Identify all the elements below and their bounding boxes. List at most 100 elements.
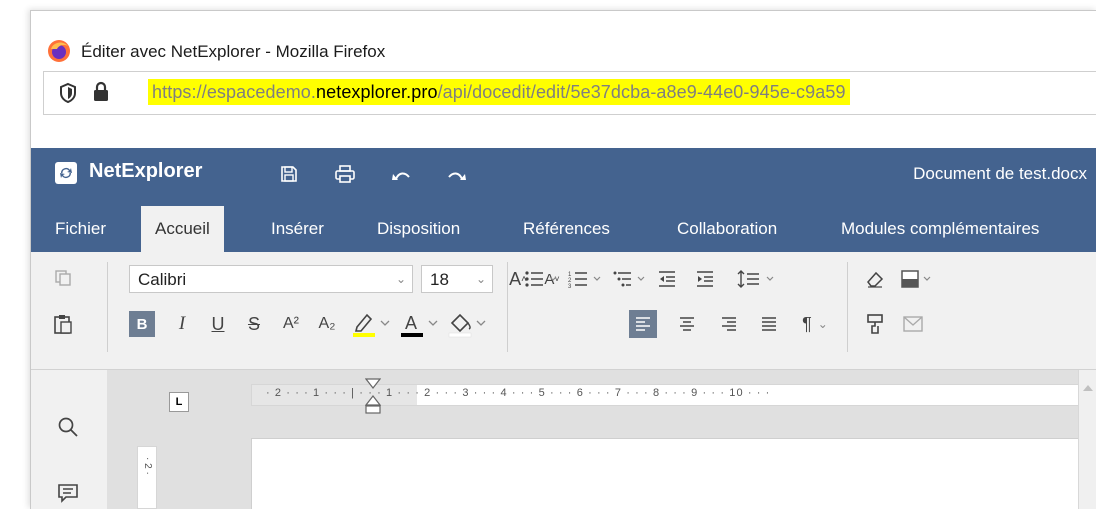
chevron-down-icon: ⌄ (475, 272, 486, 286)
print-button[interactable] (331, 160, 359, 188)
ribbon-tabs: Fichier Accueil Insérer Disposition Réfé… (31, 206, 1096, 252)
chevron-down-icon: ⌄ (395, 272, 406, 286)
superscript-button[interactable]: A² (277, 311, 305, 337)
increase-indent-button[interactable] (691, 265, 719, 293)
paint-bucket-icon (448, 313, 486, 338)
font-color-button[interactable]: A (397, 308, 441, 340)
grow-font-icon: A (509, 268, 522, 289)
redo-icon (448, 172, 466, 180)
paste-button[interactable] (49, 310, 77, 338)
url-text[interactable]: https://espacedemo.netexplorer.pro/api/d… (148, 79, 850, 105)
title-bar: Éditer avec NetExplorer - Mozilla Firefo… (31, 11, 1096, 68)
align-right-button[interactable] (715, 310, 743, 338)
bullet-list-button[interactable] (523, 265, 563, 293)
undo-icon (392, 172, 410, 180)
align-left-button[interactable] (629, 310, 657, 338)
decrease-indent-button[interactable] (653, 265, 681, 293)
search-icon (58, 417, 78, 437)
strikethrough-icon: S (247, 313, 260, 334)
justify-icon (762, 317, 776, 331)
ribbon-separator (107, 262, 108, 352)
numbered-list-icon: 123 (568, 272, 601, 289)
format-painter-icon (867, 314, 883, 334)
numbered-list-button[interactable]: 123 (567, 265, 607, 293)
search-button[interactable] (53, 412, 83, 442)
italic-button[interactable]: I (169, 311, 195, 337)
highlighter-icon (353, 313, 390, 337)
scroll-up-icon[interactable] (1079, 380, 1096, 396)
align-center-button[interactable] (673, 310, 701, 338)
decrease-indent-icon (659, 271, 675, 287)
paste-icon (54, 315, 72, 334)
netexplorer-logo-icon (55, 162, 77, 184)
font-color-icon: A (401, 313, 438, 337)
bullet-list-icon (525, 271, 557, 287)
vertical-ruler-label: · 2 · (142, 457, 153, 475)
bold-icon: B (136, 315, 148, 333)
subscript-button[interactable]: A₂ (313, 311, 341, 337)
document-name: Document de test.docx (913, 164, 1087, 183)
highlight-color-button[interactable] (349, 308, 393, 340)
strikethrough-button[interactable]: S (241, 311, 267, 337)
chevron-down-icon: ⌄ (817, 317, 828, 331)
tab-collaboration[interactable]: Collaboration (663, 206, 791, 252)
align-left-icon (636, 317, 650, 331)
tab-disposition[interactable]: Disposition (363, 206, 474, 252)
increase-indent-icon (697, 271, 713, 287)
window-title: Éditer avec NetExplorer - Mozilla Firefo… (81, 42, 386, 61)
copy-style-button[interactable] (861, 310, 889, 338)
tab-stop-selector[interactable]: L (169, 392, 189, 412)
subscript-icon: A₂ (318, 315, 336, 332)
multilevel-list-button[interactable] (611, 265, 651, 293)
bold-button[interactable]: B (129, 311, 155, 337)
ribbon-separator (847, 262, 848, 352)
show-formatting-marks-button[interactable]: ¶ ⌄ (793, 310, 837, 338)
copy-icon (55, 270, 71, 286)
document-page[interactable] (251, 438, 1096, 509)
pilcrow-icon: ¶ (802, 313, 812, 334)
firefox-icon (48, 40, 70, 62)
mail-merge-button[interactable] (899, 310, 927, 338)
app-header: NetExplorer Document de test.docx (31, 148, 1096, 206)
font-family-value: Calibri (138, 270, 187, 289)
comments-button[interactable] (53, 478, 83, 508)
clear-formatting-button[interactable] (861, 265, 889, 293)
redo-button[interactable] (443, 160, 471, 188)
save-icon (281, 166, 297, 182)
styles-button[interactable] (899, 265, 935, 293)
superscript-icon: A² (283, 315, 299, 332)
comment-icon (58, 484, 78, 503)
save-button[interactable] (275, 160, 303, 188)
tab-inserer[interactable]: Insérer (257, 206, 338, 252)
address-bar[interactable]: https://espacedemo.netexplorer.pro/api/d… (43, 71, 1096, 115)
vertical-ruler[interactable]: · 2 · (137, 446, 157, 509)
line-spacing-icon (737, 270, 774, 288)
font-size-value: 18 (430, 270, 449, 289)
copy-button[interactable] (49, 264, 77, 292)
tab-modules-complementaires[interactable]: Modules complémentaires (827, 206, 1053, 252)
vertical-scrollbar[interactable] (1078, 370, 1096, 509)
indent-marker-icon[interactable] (365, 378, 381, 418)
align-center-icon (680, 317, 694, 331)
lock-icon[interactable] (92, 81, 110, 103)
tab-fichier[interactable]: Fichier (41, 206, 120, 252)
undo-button[interactable] (387, 160, 415, 188)
ruler-labels: · 2 · · · 1 · · · | · · · 1 · · · 2 · · … (266, 387, 771, 399)
italic-icon: I (178, 313, 186, 334)
envelope-icon (903, 316, 923, 332)
tracking-protection-shield-icon[interactable] (58, 82, 78, 104)
font-size-select[interactable]: 18 ⌄ (421, 265, 493, 293)
justify-button[interactable] (755, 310, 783, 338)
fill-color-button[interactable] (445, 308, 489, 340)
ribbon-toolbar: Calibri ⌄ 18 ⌄ A ˄ A ˅ B I U S A² A₂ A 1… (31, 252, 1096, 370)
document-area: L · 2 · · · 1 · · · | · · · 1 · · · 2 · … (107, 370, 1096, 509)
line-spacing-button[interactable] (735, 265, 781, 293)
tab-references[interactable]: Références (509, 206, 624, 252)
tab-accueil[interactable]: Accueil (141, 206, 224, 252)
font-family-select[interactable]: Calibri ⌄ (129, 265, 413, 293)
eraser-icon (867, 271, 884, 288)
ribbon-separator (507, 262, 508, 352)
brand-name: NetExplorer (89, 160, 203, 182)
url-path: /api/docedit/edit/5e37dcba-a8e9-44e0-945… (437, 82, 846, 102)
underline-button[interactable]: U (205, 311, 231, 337)
